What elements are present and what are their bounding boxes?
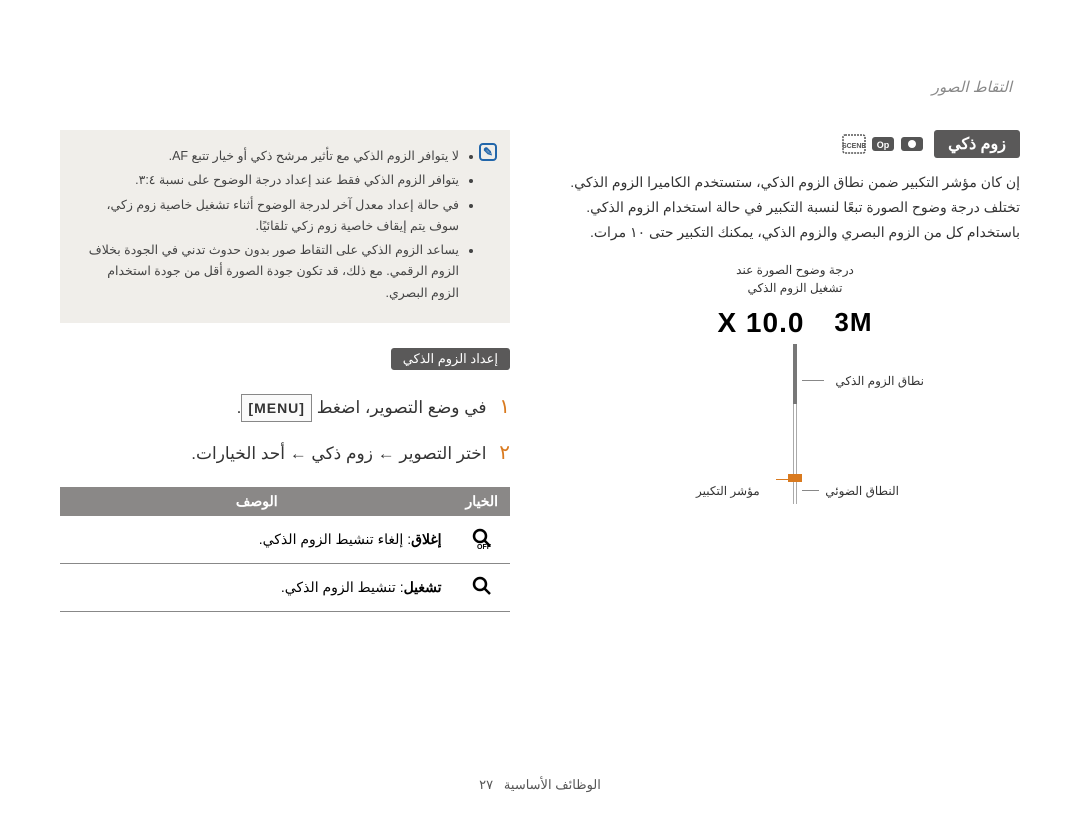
- label-smart-zoom: نطاق الزوم الذكي: [824, 374, 924, 388]
- note-item: يساعد الزوم الذكي على التقاط صور بدون حد…: [76, 240, 459, 304]
- label-zoom-indicator: مؤشر التكبير: [696, 484, 776, 498]
- step-2: ٢ اختر التصوير ← زوم ذكي ← أحد الخيارات.: [60, 434, 510, 472]
- zoom-handle: [788, 474, 802, 482]
- opt-on-desc: : تنشيط الزوم الذكي.: [281, 579, 404, 595]
- mode-op-icon: Op: [871, 134, 895, 154]
- options-table: الخيار الوصف OFF إغلاق: إلغاء تنشيط الزو…: [60, 487, 510, 612]
- zoom-badge: 3M: [834, 307, 872, 338]
- step-1: ١ في وضع التصوير، اضغط [MENU].: [60, 388, 510, 426]
- svg-text:SCENE: SCENE: [842, 143, 866, 150]
- svg-text:Op: Op: [877, 140, 890, 150]
- col-desc: الوصف: [60, 487, 454, 516]
- page-title: التقاط الصور: [932, 78, 1012, 96]
- col-option: الخيار: [454, 487, 510, 516]
- step-1-prefix: في وضع التصوير، اضغط: [312, 398, 487, 417]
- table-row: OFF إغلاق: إلغاء تنشيط الزوم الذكي.: [60, 516, 510, 564]
- mode-icons: Op SCENE: [842, 134, 924, 154]
- diagram-caption: درجة وضوح الصورة عند تشغيل الزوم الذكي: [570, 261, 1020, 297]
- zoom-on-icon: [470, 574, 494, 598]
- zoom-value: X 10.0: [717, 307, 804, 339]
- opt-off-desc: : إلغاء تنشيط الزوم الذكي.: [259, 531, 411, 547]
- zoom-off-icon: OFF: [470, 526, 494, 550]
- menu-button: [MENU]: [241, 394, 312, 423]
- step-number: ١: [499, 396, 510, 418]
- opt-on-label: تشغيل: [404, 579, 442, 595]
- notes-box: ✎ لا يتوافر الزوم الذكي مع تأثير مرشح ذك…: [60, 130, 510, 323]
- section-title-row: زوم ذكي Op SCENE: [570, 130, 1020, 158]
- note-item: يتوافر الزوم الذكي فقط عند إعداد درجة ال…: [76, 170, 459, 191]
- section-title: زوم ذكي: [934, 130, 1020, 158]
- footer-label: الوظائف الأساسية: [504, 777, 601, 792]
- svg-text:OFF: OFF: [477, 544, 492, 550]
- note-item: في حالة إعداد معدل آخر لدرجة الوضوح أثنا…: [76, 195, 459, 238]
- zoom-diagram: 3M X 10.0 نطاق الزوم الذكي النطاق الضوئي…: [675, 307, 915, 504]
- setup-title: إعداد الزوم الذكي: [391, 348, 510, 370]
- page-footer: الوظائف الأساسية ٢٧: [0, 777, 1080, 793]
- mode-scene-icon: SCENE: [842, 134, 866, 154]
- opt-off-label: إغلاق: [411, 531, 441, 547]
- step-2-text: اختر التصوير ← زوم ذكي ← أحد الخيارات.: [191, 444, 486, 463]
- step-number: ٢: [499, 442, 510, 464]
- intro-text: إن كان مؤشر التكبير ضمن نطاق الزوم الذكي…: [570, 170, 1020, 246]
- table-row: تشغيل: تنشيط الزوم الذكي.: [60, 563, 510, 611]
- note-item: لا يتوافر الزوم الذكي مع تأثير مرشح ذكي …: [76, 146, 459, 167]
- info-icon: ✎: [479, 143, 497, 161]
- mode-smart-icon: [900, 134, 924, 154]
- page-number: ٢٧: [479, 777, 493, 792]
- label-optical-zoom: النطاق الضوئي: [819, 484, 899, 498]
